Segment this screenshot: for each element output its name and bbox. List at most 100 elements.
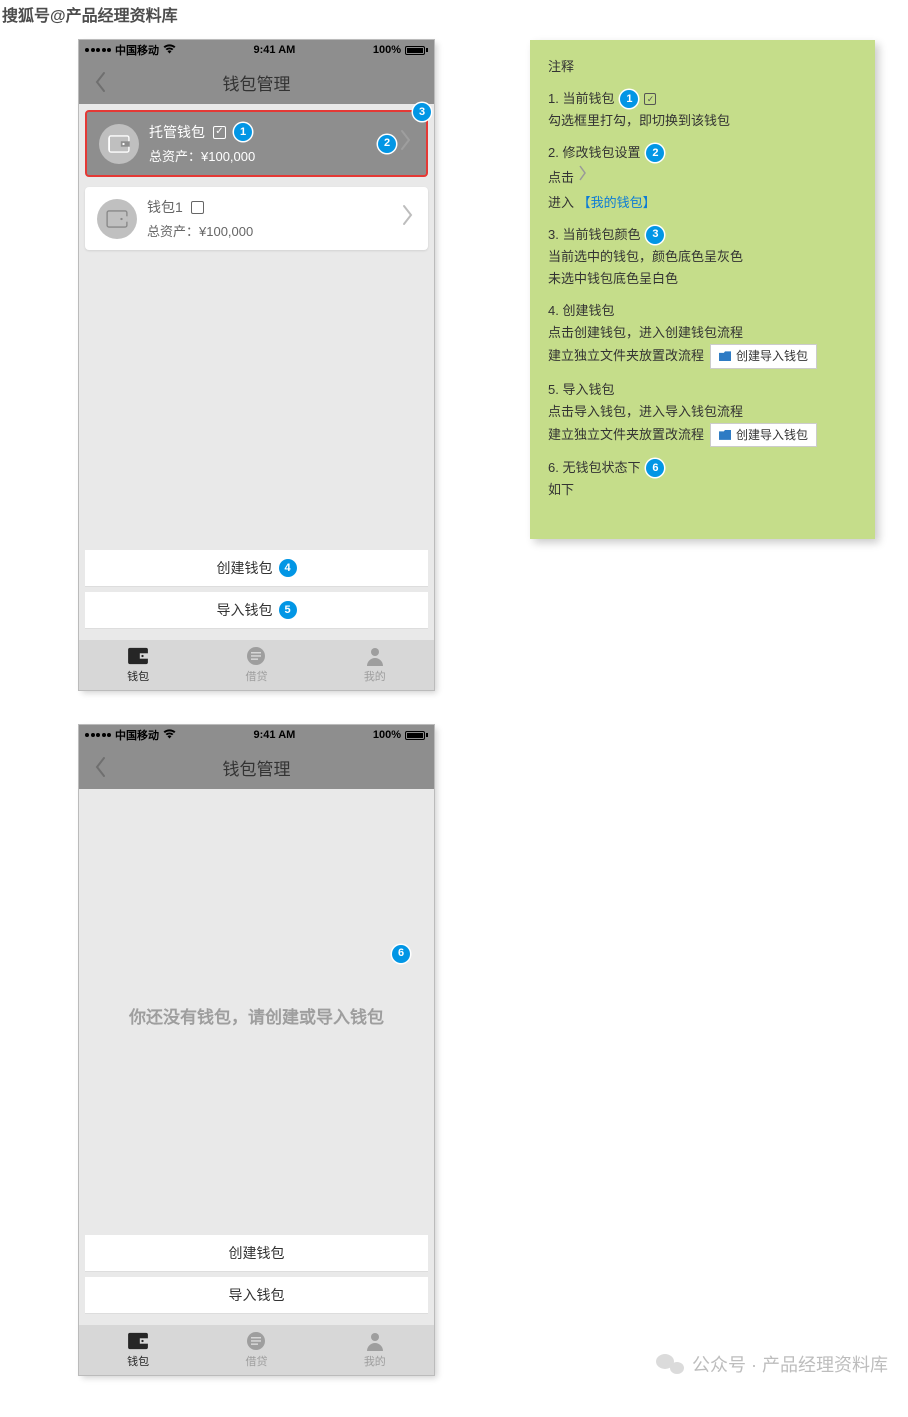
annotation-badge: 6 (646, 459, 664, 477)
tab-loan[interactable]: 借贷 (197, 1325, 315, 1375)
carrier-label: 中国移动 (115, 727, 159, 743)
create-wallet-button[interactable]: 创建钱包 (85, 1235, 428, 1271)
chevron-right-icon (578, 169, 588, 186)
assets-value: ¥100,000 (201, 149, 255, 164)
signal-dots-icon (85, 48, 111, 52)
annotation-badge: 1 (620, 90, 638, 108)
tab-wallet[interactable]: 钱包 (79, 1325, 197, 1375)
chevron-left-icon (94, 756, 106, 778)
annotation-body: 点击创建钱包，进入创建钱包流程 (548, 322, 857, 344)
wechat-icon (656, 1352, 684, 1376)
annotation-badge: 6 (392, 945, 410, 963)
annotation-item-6: 6. 无钱包状态下 6 如下 (548, 457, 857, 501)
annotation-body: 建立独立文件夹放置改流程 (548, 345, 704, 367)
tab-label: 钱包 (127, 668, 149, 684)
annotation-heading: 注释 (548, 56, 857, 78)
battery-label: 100% (373, 44, 401, 56)
annotation-body: 点击 (548, 170, 574, 185)
import-wallet-button[interactable]: 导入钱包 (85, 1277, 428, 1313)
assets-label: 总资产： (147, 224, 199, 239)
battery-icon (405, 46, 428, 55)
wallet-icon (97, 199, 137, 239)
navbar: 钱包管理 (79, 745, 434, 789)
folder-tag-label: 创建导入钱包 (736, 346, 808, 366)
wallet-checkbox[interactable] (191, 201, 204, 214)
clock-label: 9:41 AM (254, 44, 296, 56)
empty-state: 6 你还没有钱包，请创建或导入钱包 (85, 795, 428, 1235)
annotation-body: 当前选中的钱包，颜色底色呈灰色 (548, 246, 857, 268)
tabbar: 钱包 借贷 我的 (79, 640, 434, 690)
button-label: 导入钱包 (229, 1285, 285, 1305)
annotation-body: 建立独立文件夹放置改流程 (548, 424, 704, 446)
annotation-item-4: 4. 创建钱包 点击创建钱包，进入创建钱包流程 建立独立文件夹放置改流程 创建导… (548, 300, 857, 369)
carrier-label: 中国移动 (115, 42, 159, 58)
annotation-badge: 3 (646, 226, 664, 244)
watermark-top-left: 搜狐号@产品经理资料库 (2, 2, 178, 26)
empty-state-text: 你还没有钱包，请创建或导入钱包 (129, 1003, 384, 1028)
annotation-badge: 3 (413, 103, 431, 121)
page-title: 钱包管理 (223, 755, 291, 780)
phone-mockup-empty-state: 中国移动 9:41 AM 100% 钱包管理 6 你还没有钱包，请创建或导入钱包… (79, 725, 434, 1375)
wallet-name: 钱包1 (147, 197, 183, 217)
annotation-title: 4. 创建钱包 (548, 300, 857, 322)
annotation-title: 6. 无钱包状态下 (548, 457, 640, 479)
chevron-right-icon[interactable] (400, 129, 416, 158)
tab-profile[interactable]: 我的 (316, 640, 434, 690)
wallet-icon (127, 646, 149, 666)
assets-label: 总资产： (149, 149, 201, 164)
folder-tag: 创建导入钱包 (710, 344, 817, 368)
annotation-badge: 1 (234, 123, 252, 141)
annotation-title: 2. 修改钱包设置 (548, 142, 640, 164)
annotation-body: 点击导入钱包，进入导入钱包流程 (548, 401, 857, 423)
profile-icon (364, 1331, 386, 1351)
annotation-item-1: 1. 当前钱包 1 勾选框里打勾，即切换到该钱包 (548, 88, 857, 132)
folder-icon (719, 430, 731, 440)
back-button[interactable] (85, 745, 115, 789)
annotation-item-3: 3. 当前钱包颜色 3 当前选中的钱包，颜色底色呈灰色 未选中钱包底色呈白色 (548, 224, 857, 290)
annotation-title: 3. 当前钱包颜色 (548, 224, 640, 246)
signal-dots-icon (85, 733, 111, 737)
assets-value: ¥100,000 (199, 224, 253, 239)
annotation-item-2: 2. 修改钱包设置 2 点击 进入 【我的钱包】 (548, 142, 857, 213)
button-label: 导入钱包 (217, 600, 273, 620)
tab-label: 借贷 (245, 1353, 267, 1369)
tab-wallet[interactable]: 钱包 (79, 640, 197, 690)
navbar: 钱包管理 (79, 60, 434, 104)
phone-mockup-wallet-list: 中国移动 9:41 AM 100% 钱包管理 3 托管钱包 (79, 40, 434, 690)
loan-icon (245, 646, 267, 666)
annotation-panel: 注释 1. 当前钱包 1 勾选框里打勾，即切换到该钱包 2. 修改钱包设置 2 … (530, 40, 875, 539)
wallet-checkbox[interactable] (213, 126, 226, 139)
wallet-icon (99, 124, 139, 164)
chevron-right-icon[interactable] (402, 204, 418, 233)
wallet-card-selected[interactable]: 3 托管钱包 1 总资产：¥100,000 2 (85, 110, 428, 177)
content-area: 3 托管钱包 1 总资产：¥100,000 2 (79, 104, 434, 640)
back-button[interactable] (85, 60, 115, 104)
tab-profile[interactable]: 我的 (316, 1325, 434, 1375)
tab-loan[interactable]: 借贷 (197, 640, 315, 690)
folder-icon (719, 351, 731, 361)
loan-icon (245, 1331, 267, 1351)
watermark-bottom-right: 公众号 · 产品经理资料库 (656, 1351, 888, 1377)
import-wallet-button[interactable]: 导入钱包 5 (85, 592, 428, 628)
wallet-icon (127, 1331, 149, 1351)
annotation-title: 5. 导入钱包 (548, 379, 857, 401)
annotation-link[interactable]: 【我的钱包】 (578, 195, 656, 210)
folder-tag: 创建导入钱包 (710, 423, 817, 447)
status-bar: 中国移动 9:41 AM 100% (79, 725, 434, 745)
wallet-name: 托管钱包 (149, 122, 205, 142)
folder-tag-label: 创建导入钱包 (736, 425, 808, 445)
tab-label: 钱包 (127, 1353, 149, 1369)
chevron-left-icon (94, 71, 106, 93)
watermark-text: 公众号 · 产品经理资料库 (692, 1351, 888, 1377)
tab-label: 借贷 (245, 668, 267, 684)
wallet-card[interactable]: 钱包1 总资产：¥100,000 (85, 187, 428, 250)
annotation-badge: 5 (279, 601, 297, 619)
create-wallet-button[interactable]: 创建钱包 4 (85, 550, 428, 586)
profile-icon (364, 646, 386, 666)
battery-label: 100% (373, 729, 401, 741)
clock-label: 9:41 AM (254, 729, 296, 741)
status-bar: 中国移动 9:41 AM 100% (79, 40, 434, 60)
tabbar: 钱包 借贷 我的 (79, 1325, 434, 1375)
wifi-icon (163, 729, 176, 742)
checkbox-icon (644, 93, 656, 105)
